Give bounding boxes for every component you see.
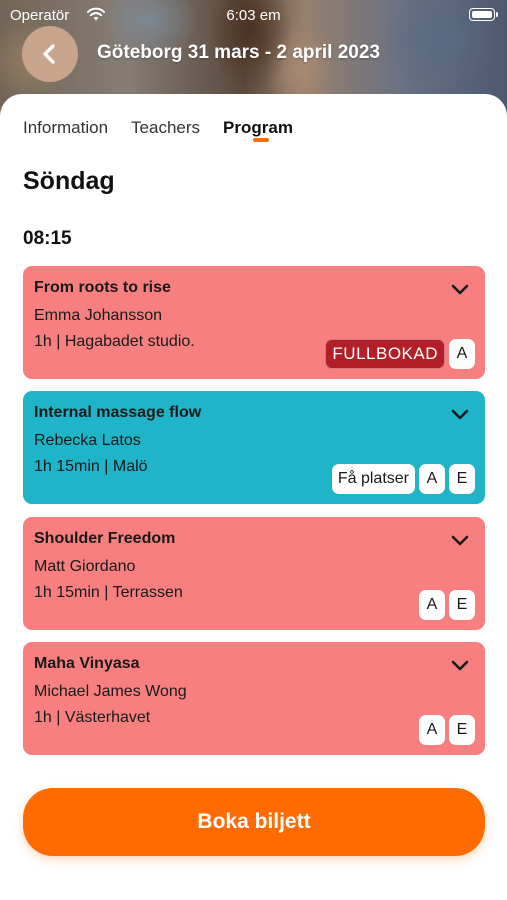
battery-icon [469, 8, 498, 21]
chevron-left-icon [43, 44, 55, 64]
book-ticket-button[interactable]: Boka biljett [23, 788, 485, 856]
session-title: Shoulder Freedom [34, 530, 176, 547]
back-button[interactable] [22, 26, 78, 82]
session-teacher: Matt Giordano [34, 558, 136, 575]
session-badges: Få platser A E [331, 464, 475, 494]
session-badges: FULLBOKAD A [325, 339, 475, 369]
session-details: 1h | Västerhavet [34, 709, 151, 726]
chevron-down-icon[interactable] [451, 409, 469, 421]
few-spots-badge: Få platser [331, 464, 415, 494]
session-teacher: Michael James Wong [34, 683, 187, 700]
level-badge: E [449, 464, 475, 494]
tab-teachers[interactable]: Teachers [131, 118, 200, 148]
session-badges: A E [419, 590, 475, 620]
scroll-fade [0, 770, 507, 790]
session-teacher: Rebecka Latos [34, 432, 141, 449]
active-tab-indicator [253, 138, 270, 142]
chevron-down-icon[interactable] [451, 535, 469, 547]
level-badge: A [419, 590, 445, 620]
fully-booked-badge: FULLBOKAD [325, 339, 445, 369]
session-title: Maha Vinyasa [34, 655, 140, 672]
session-card[interactable]: Shoulder Freedom Matt Giordano 1h 15min … [23, 517, 485, 630]
status-time: 6:03 em [226, 7, 281, 24]
page-title: Göteborg 31 mars - 2 april 2023 [97, 42, 381, 63]
tab-bar: Information Teachers Program [23, 118, 316, 148]
level-badge: A [419, 464, 445, 494]
session-card[interactable]: Maha Vinyasa Michael James Wong 1h | Väs… [23, 642, 485, 755]
session-title: Internal massage flow [34, 404, 202, 421]
level-badge: A [449, 339, 475, 369]
level-badge: A [419, 715, 445, 745]
chevron-down-icon[interactable] [451, 660, 469, 672]
session-title: From roots to rise [34, 279, 171, 296]
level-badge: E [449, 715, 475, 745]
session-teacher: Emma Johansson [34, 307, 163, 324]
time-slot-heading: 08:15 [23, 228, 72, 249]
session-badges: A E [419, 715, 475, 745]
session-details: 1h 15min | Terrassen [34, 584, 183, 601]
session-card[interactable]: From roots to rise Emma Johansson 1h | H… [23, 266, 485, 379]
day-heading: Söndag [23, 167, 115, 195]
chevron-down-icon[interactable] [451, 284, 469, 296]
level-badge: E [449, 590, 475, 620]
tab-program[interactable]: Program [223, 118, 293, 148]
session-card[interactable]: Internal massage flow Rebecka Latos 1h 1… [23, 391, 485, 504]
tab-information[interactable]: Information [23, 118, 108, 148]
status-bar: Operatör 6:03 em [0, 0, 507, 32]
